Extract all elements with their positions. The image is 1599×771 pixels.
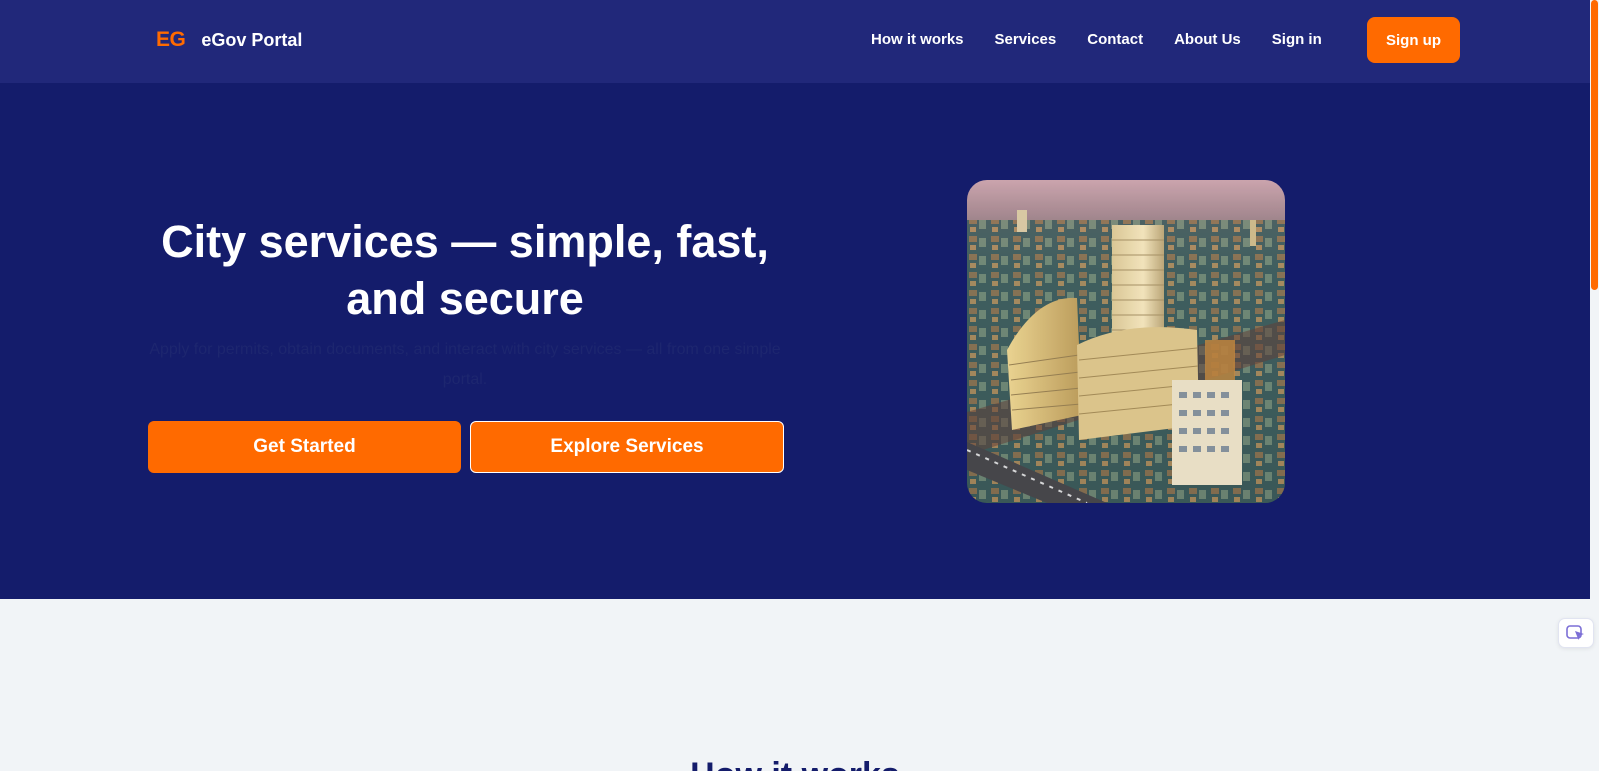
hero-subtitle: Apply for permits, obtain documents, and… <box>149 341 781 388</box>
get-started-button[interactable]: Get Started <box>148 421 461 473</box>
floating-widget-button[interactable] <box>1558 618 1594 648</box>
nav-link-about-us[interactable]: About Us <box>1174 31 1241 48</box>
navbar: EG eGov Portal How it works Services Con… <box>0 0 1590 83</box>
nav-link-contact[interactable]: Contact <box>1087 31 1143 48</box>
explore-services-button[interactable]: Explore Services <box>470 421 784 473</box>
nav-link-how-it-works[interactable]: How it works <box>871 31 964 48</box>
scrollbar-thumb[interactable] <box>1591 0 1598 290</box>
brand-name: eGov Portal <box>201 29 303 50</box>
brand-mark: EG <box>156 28 186 51</box>
hero-title: City services — simple, fast, and secure <box>161 216 769 324</box>
pointer-icon <box>1566 625 1584 640</box>
section-heading-how-it-works: How it works <box>0 756 1590 771</box>
hero-city-image <box>967 180 1285 503</box>
hero-section: City services — simple, fast, and secure… <box>0 83 1590 599</box>
nav-link-services[interactable]: Services <box>995 31 1057 48</box>
nav-link-sign-in[interactable]: Sign in <box>1272 31 1322 48</box>
brand-logo[interactable]: EG eGov Portal <box>156 28 302 52</box>
signup-button[interactable]: Sign up <box>1367 17 1460 63</box>
main-nav: How it works Services Contact About Us S… <box>871 31 1353 48</box>
